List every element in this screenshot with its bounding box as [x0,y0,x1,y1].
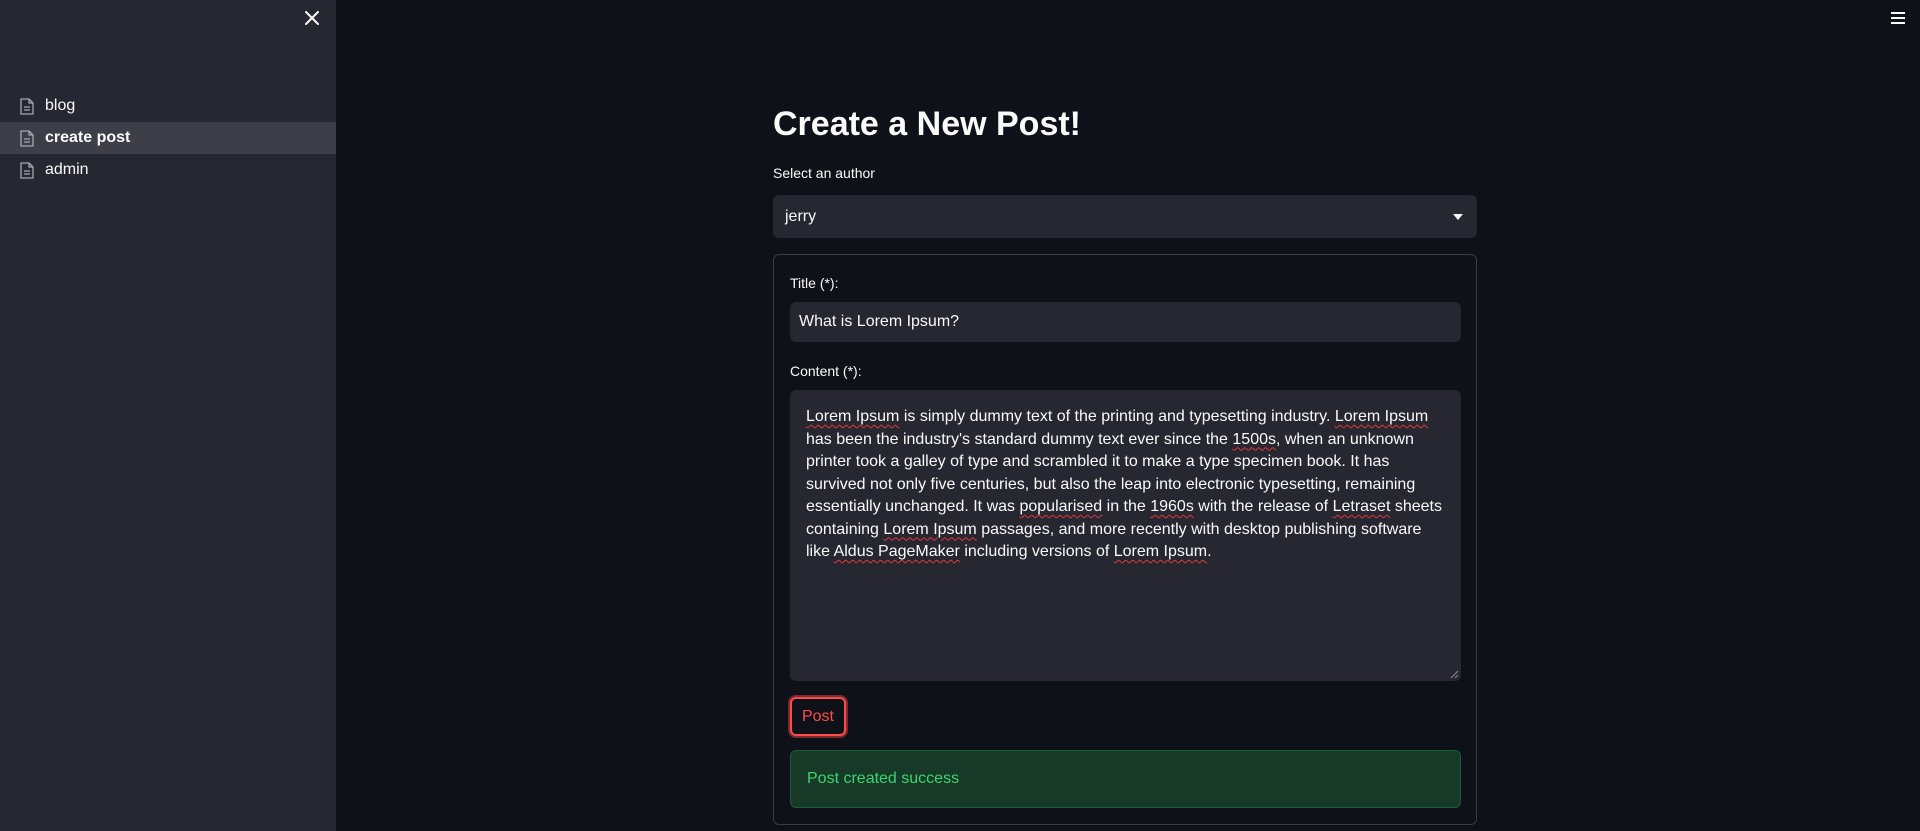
content-text-segment: . [1207,543,1212,560]
hamburger-menu-icon [1891,12,1905,24]
title-field-label: Title (*): [790,275,839,291]
sidebar-item-label: blog [45,97,76,114]
page-title: Create a New Post! [773,105,1081,143]
chevron-down-icon [1451,210,1465,224]
success-alert: Post created success [790,750,1461,808]
sidebar-item-label: create post [45,129,131,146]
author-select[interactable]: jerry [773,195,1477,238]
title-input[interactable]: What is Lorem Ipsum? [790,302,1461,342]
misspelled-word: Lorem Ipsum [1334,408,1429,425]
title-input-value: What is Lorem Ipsum? [799,313,960,330]
content-text-segment: including versions of [959,543,1114,560]
sidebar: blog create post admin [0,0,336,831]
document-icon [18,129,36,147]
close-icon [305,11,319,25]
main-menu-button[interactable] [1886,6,1910,30]
misspelled-word: 1500s [1232,430,1276,448]
content-text-segment: in the [1102,498,1151,515]
author-select-value: jerry [785,207,817,225]
sidebar-nav: blog create post admin [0,90,336,186]
misspelled-word: popularised [1019,498,1103,515]
content-text-segment: has been the industry's standard dummy t… [806,430,1233,448]
author-select-label: Select an author [773,165,875,181]
sidebar-item-create-post[interactable]: create post [0,122,336,154]
document-icon [18,161,36,179]
sidebar-item-admin[interactable]: admin [0,154,336,186]
content-text: Lorem Ipsum is simply dummy text of the … [806,406,1445,564]
content-text-segment: is simply dummy text of the printing and… [899,408,1335,425]
success-message: Post created success [807,770,960,787]
close-sidebar-button[interactable] [300,6,324,30]
content-field-label: Content (*): [790,363,862,379]
misspelled-word: Lorem Ipsum [1113,543,1208,560]
misspelled-word: 1960s [1150,498,1194,515]
post-form: Title (*): What is Lorem Ipsum? Content … [773,254,1477,825]
content-textarea[interactable]: Lorem Ipsum is simply dummy text of the … [790,390,1461,681]
document-icon [18,97,36,115]
post-button[interactable]: Post [790,697,846,736]
sidebar-item-blog[interactable]: blog [0,90,336,122]
sidebar-item-label: admin [45,161,89,178]
misspelled-word: Aldus PageMaker [833,543,960,560]
misspelled-word: Letraset [1332,498,1391,515]
misspelled-word: Lorem Ipsum [883,520,977,538]
resize-handle-icon[interactable] [1449,669,1459,679]
misspelled-word: Lorem Ipsum [806,408,900,425]
content-text-segment: with the release of [1193,498,1333,515]
